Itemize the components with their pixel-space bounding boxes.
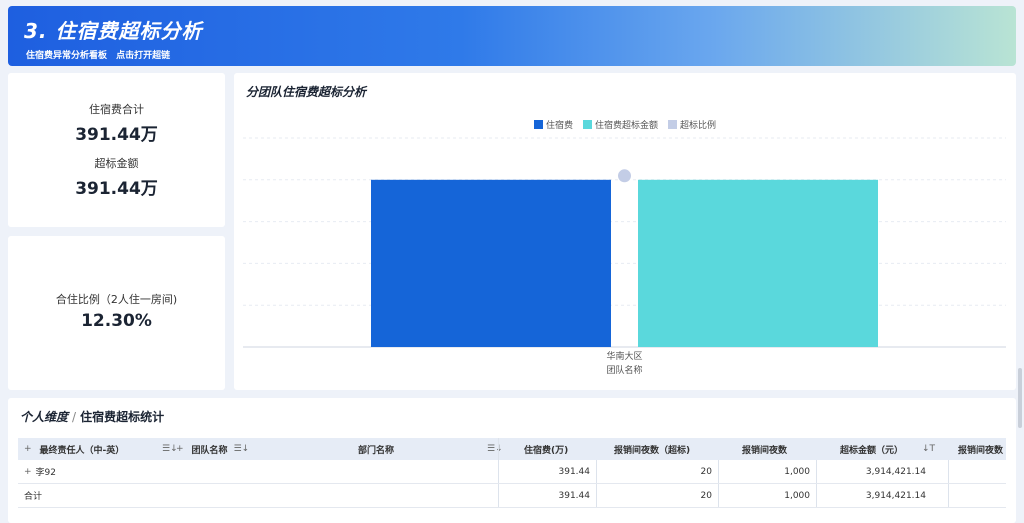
- row-nights-over: 20: [700, 466, 712, 477]
- total-nights: 1,000: [784, 490, 810, 501]
- legend-label: 超标比例: [680, 121, 717, 131]
- row-expand-icon[interactable]: +: [24, 467, 32, 477]
- table-total-row: 合计 391.44 20 1,000 3,914,421.14: [18, 484, 1006, 508]
- header-banner: 3. 住宿费超标分析 住宿费异常分析看板 点击打开超链: [8, 6, 1016, 66]
- table-header: + 最终责任人（中-英） ☰↓ + 团队名称 ☰↓ 部门名称 ☰↓ 住宿费(万)…: [18, 438, 1006, 460]
- total-nights-over: 20: [700, 490, 712, 501]
- sort-dept-icon[interactable]: ☰↓: [481, 438, 503, 460]
- row-nights: 1,000: [784, 466, 810, 477]
- expand-icon[interactable]: +: [24, 444, 32, 454]
- kpi-card-share: 合住比例（2人住一房间) 12.30%: [8, 236, 225, 390]
- col-team[interactable]: + 团队名称 ☰↓: [176, 438, 266, 460]
- banner-subtitle: 住宿费异常分析看板 点击打开超链: [26, 48, 170, 61]
- col-owner[interactable]: + 最终责任人（中-英）: [24, 438, 174, 460]
- col-over-amount[interactable]: 超标金额（元）: [840, 438, 903, 460]
- kpi-total-label: 住宿费合计: [89, 103, 144, 116]
- kpi-over-value: 391.44万: [75, 179, 158, 199]
- col-dept[interactable]: 部门名称: [358, 438, 394, 460]
- table-title-sub: 住宿费超标统计: [80, 410, 165, 424]
- chart-legend: 住宿费 住宿费超标金额 超标比例: [234, 118, 1016, 131]
- kpi-over-label: 超标金额: [94, 157, 139, 170]
- legend-item[interactable]: 住宿费超标金额: [582, 118, 658, 131]
- legend-label: 住宿费超标金额: [594, 121, 658, 131]
- col-nights-over[interactable]: 报销间夜数（超标): [614, 438, 690, 460]
- col-fee[interactable]: 住宿费(万): [524, 438, 568, 460]
- legend-item[interactable]: 超标比例: [668, 118, 716, 131]
- table-title-main: 个人维度: [20, 410, 69, 424]
- kpi-card-total: 住宿费合计 391.44万 超标金额 391.44万: [8, 73, 225, 227]
- row-owner: + 李92: [24, 466, 56, 479]
- open-hyperlink[interactable]: 点击打开超链: [116, 51, 170, 61]
- legend-label: 住宿费: [545, 121, 573, 131]
- table-row[interactable]: + 李92 391.44 20 1,000 3,914,421.14: [18, 460, 1006, 484]
- page-scrollbar[interactable]: [1018, 368, 1022, 428]
- row-fee: 391.44: [558, 466, 591, 477]
- kpi-share-label: 合住比例（2人住一房间): [55, 293, 178, 306]
- sort-over-amount-icon[interactable]: ↓T: [916, 438, 935, 460]
- col-nights-2[interactable]: 报销间夜数: [958, 438, 1003, 460]
- chart-title: 分团队住宿费超标分析: [246, 85, 367, 99]
- sort-team-icon[interactable]: ☰↓: [234, 444, 250, 454]
- sort-owner-icon[interactable]: ☰↓: [156, 438, 178, 460]
- row-over-amount: 3,914,421.14: [865, 466, 926, 477]
- col-nights[interactable]: 报销间夜数: [742, 438, 787, 460]
- legend-swatch: [533, 120, 543, 129]
- total-label: 合计: [24, 492, 43, 502]
- kpi-share-value: 12.30%: [81, 311, 152, 331]
- total-over-amount: 3,914,421.14: [865, 490, 926, 501]
- page-title: 3. 住宿费超标分析: [24, 19, 203, 43]
- legend-swatch: [668, 120, 677, 129]
- total-fee: 391.44: [558, 490, 591, 501]
- legend-item[interactable]: 住宿费: [533, 118, 573, 131]
- legend-swatch: [582, 120, 592, 129]
- expand-team-icon[interactable]: +: [176, 444, 184, 454]
- kpi-total-value: 391.44万: [75, 125, 158, 145]
- dashboard-name: 住宿费异常分析看板: [26, 51, 108, 61]
- table-title: 个人维度 / 住宿费超标统计: [20, 410, 165, 424]
